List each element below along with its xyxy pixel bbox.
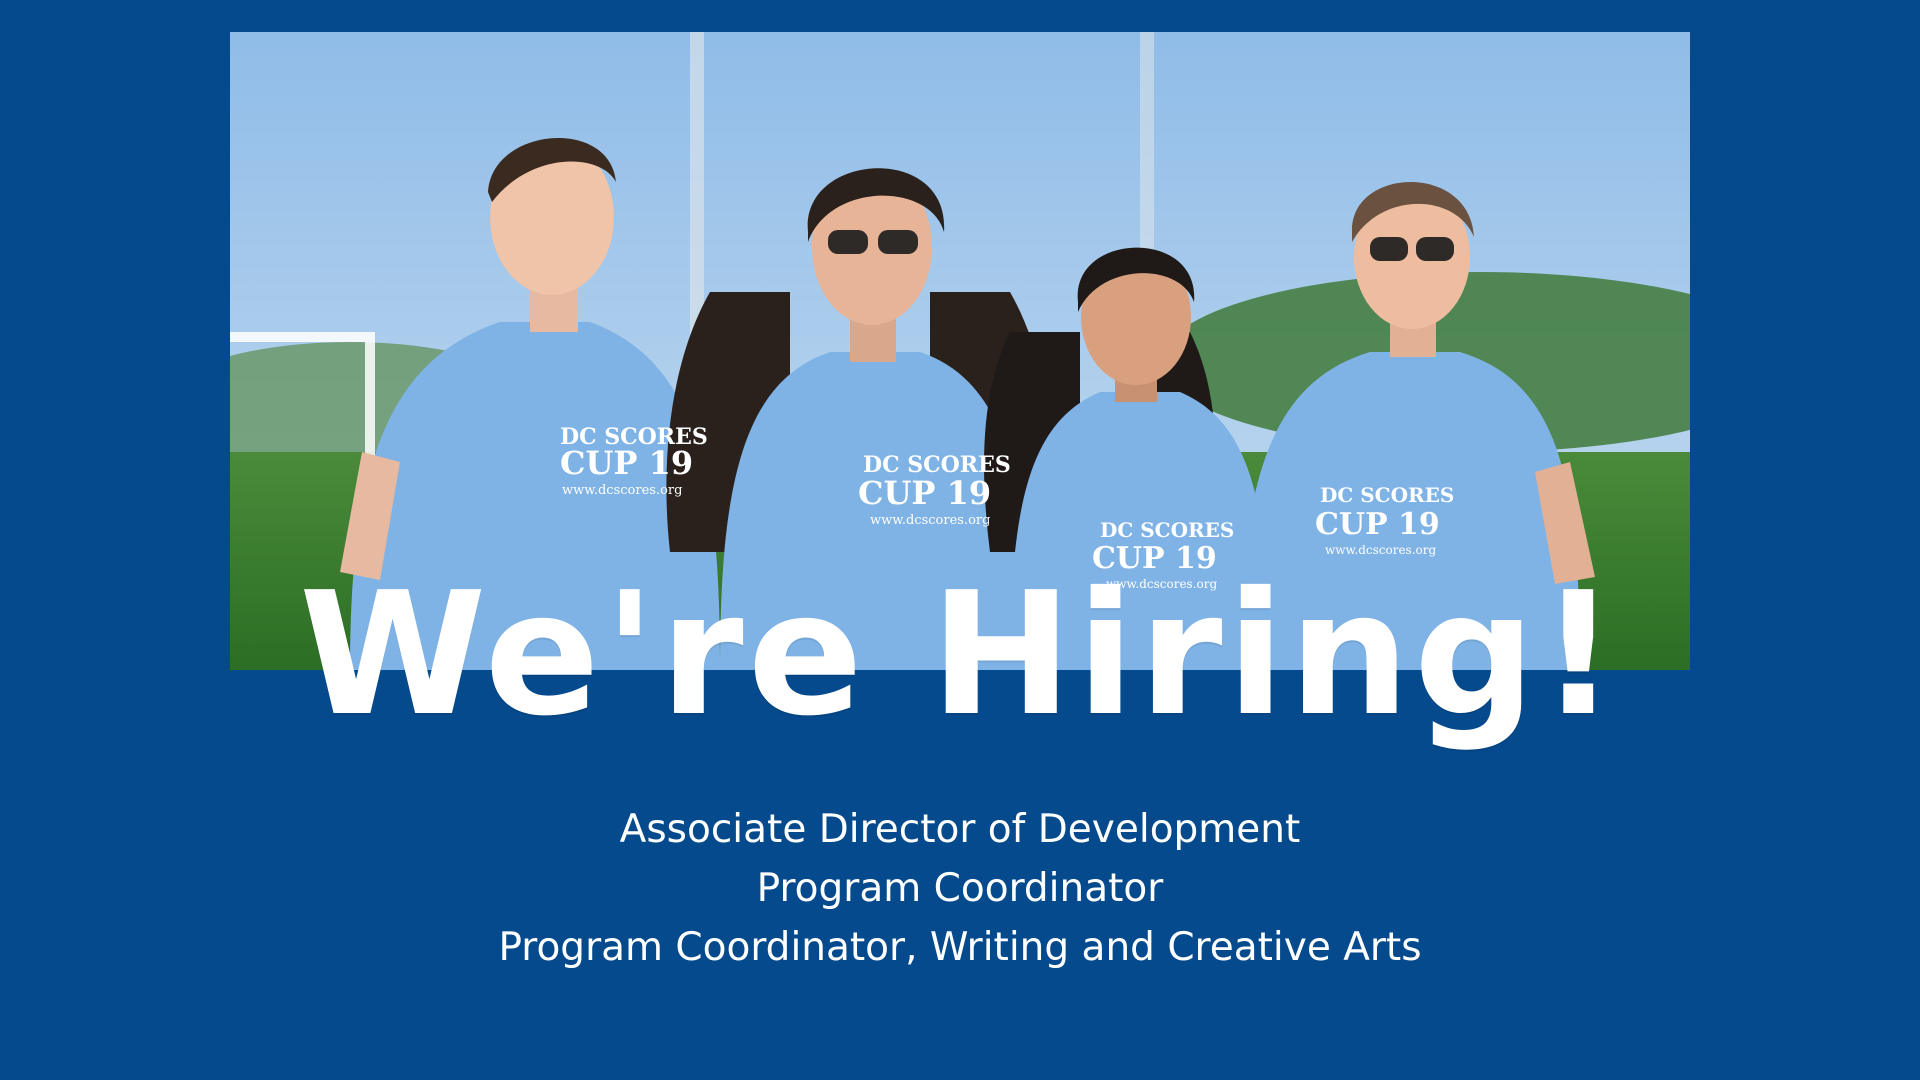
shirt-logo-4: DC SCORES CUP 19 www.dcscores.org	[1315, 483, 1454, 557]
shirt-brand-text: DC SCORES	[1100, 518, 1234, 542]
shirt-url-text: www.dcscores.org	[870, 513, 990, 528]
shirt-url-text: www.dcscores.org	[562, 483, 682, 498]
shirt-event-text: CUP 19	[858, 474, 991, 512]
job-list: Associate Director of Development Progra…	[0, 800, 1920, 977]
shirt-event-text: CUP 19	[1315, 507, 1440, 542]
shirt-url-text: www.dcscores.org	[1325, 543, 1436, 557]
job-title: Program Coordinator	[756, 866, 1164, 911]
shirt-event-text: CUP 19	[560, 444, 693, 482]
shirt-brand-text: DC SCORES	[1320, 483, 1454, 507]
shirt-logo-2: DC SCORES CUP 19 www.dcscores.org	[858, 452, 1011, 528]
job-title: Program Coordinator, Writing and Creativ…	[498, 925, 1422, 970]
hiring-headline: We're Hiring!	[298, 556, 1622, 754]
job-title: Associate Director of Development	[619, 807, 1301, 852]
